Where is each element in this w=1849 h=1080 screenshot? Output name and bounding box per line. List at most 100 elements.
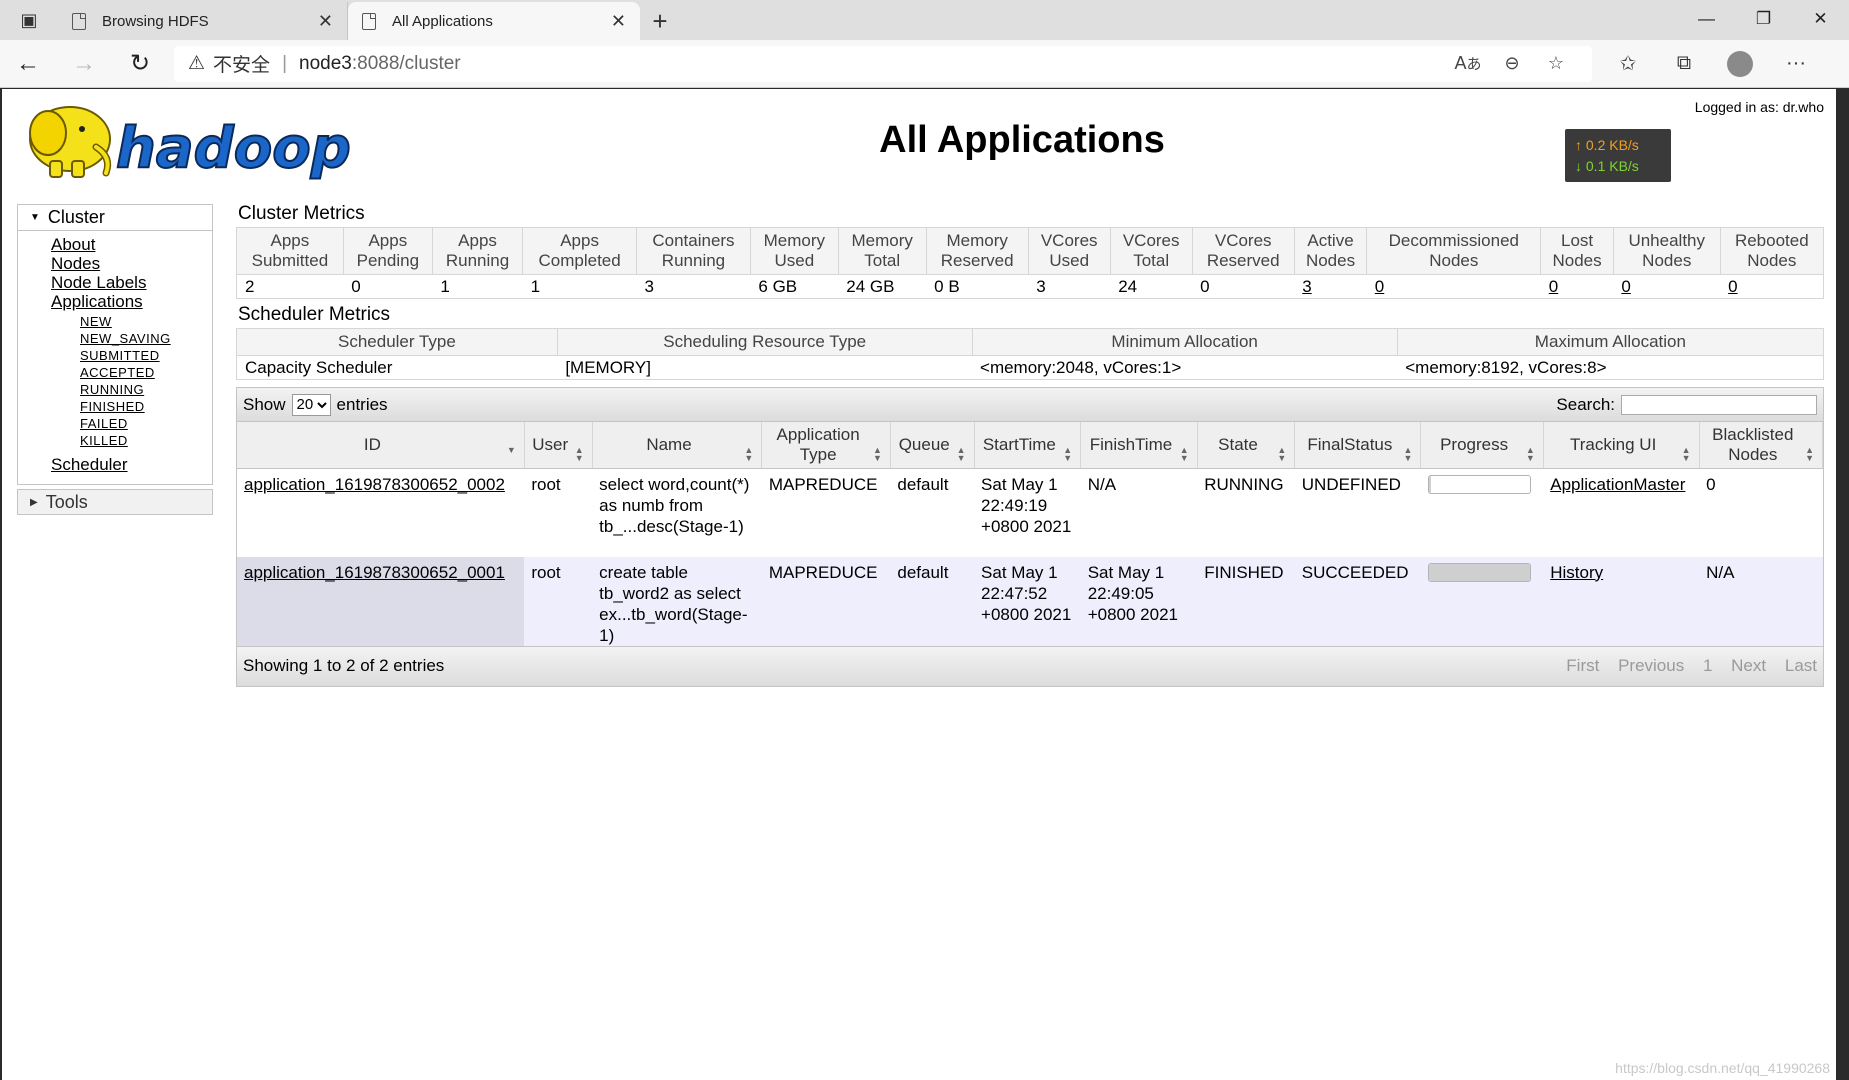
sort-icon[interactable]: ▲ ▼: [744, 446, 753, 463]
sort-icon[interactable]: ▲ ▼: [1682, 446, 1691, 463]
close-window-icon[interactable]: ✕: [1792, 0, 1849, 38]
cluster-metric-value[interactable]: 0: [1540, 274, 1614, 299]
column-header[interactable]: ID ▼: [237, 422, 525, 469]
nav-nodes[interactable]: Nodes: [51, 254, 212, 273]
nav-scheduler[interactable]: Scheduler: [51, 455, 212, 474]
pager-page-1[interactable]: 1: [1703, 656, 1712, 675]
column-label[interactable]: User: [532, 435, 568, 454]
column-label[interactable]: Progress: [1440, 435, 1508, 454]
browser-tab-browsing-hdfs[interactable]: Browsing HDFS ✕: [58, 2, 348, 40]
profile-icon[interactable]: [1712, 40, 1768, 88]
nav-state-accepted[interactable]: ACCEPTED: [80, 364, 212, 381]
metric-link[interactable]: 0: [1621, 277, 1630, 296]
sort-icon[interactable]: ▲ ▼: [873, 446, 882, 463]
sort-icon[interactable]: ▲ ▼: [575, 446, 584, 463]
column-label[interactable]: Name: [646, 435, 691, 454]
add-favorite-icon[interactable]: ☆: [1534, 53, 1578, 74]
expand-triangle-icon[interactable]: ▶: [30, 497, 38, 508]
warning-icon[interactable]: ⚠: [188, 52, 205, 75]
sort-icon[interactable]: ▲ ▼: [1277, 446, 1286, 463]
application-id-link[interactable]: application_1619878300652_0001: [244, 563, 505, 582]
tools-header[interactable]: ▶ Tools: [17, 489, 213, 515]
nav-state-submitted[interactable]: SUBMITTED: [80, 347, 212, 364]
new-tab-button[interactable]: +: [640, 2, 680, 40]
tracking-ui-link[interactable]: History: [1550, 563, 1603, 582]
refresh-icon[interactable]: ↻: [112, 40, 168, 88]
column-header[interactable]: Blacklisted Nodes ▲ ▼: [1699, 422, 1824, 469]
column-header[interactable]: FinalStatus ▲ ▼: [1294, 422, 1422, 469]
column-header[interactable]: State ▲ ▼: [1197, 422, 1296, 469]
restore-icon[interactable]: ❐: [1735, 0, 1792, 38]
application-id-link[interactable]: application_1619878300652_0002: [244, 475, 505, 494]
browser-tab-all-applications[interactable]: All Applications ✕: [348, 2, 640, 40]
sort-icon[interactable]: ▲ ▼: [1404, 446, 1413, 463]
nav-state-killed[interactable]: KILLED: [80, 432, 212, 449]
nav-applications[interactable]: Applications: [51, 292, 212, 311]
url-path[interactable]: :8088/cluster: [352, 53, 461, 75]
url-host[interactable]: node3: [299, 53, 352, 75]
column-label[interactable]: FinalStatus: [1307, 435, 1392, 454]
column-label[interactable]: StartTime: [983, 435, 1056, 454]
metric-link[interactable]: 0: [1375, 277, 1384, 296]
column-header[interactable]: Progress ▲ ▼: [1420, 422, 1544, 469]
search-input[interactable]: [1621, 394, 1817, 415]
pager-first[interactable]: First: [1566, 656, 1599, 675]
url-bar[interactable]: ⚠ 不安全 | node3 :8088/cluster Aあ ⊖ ☆: [174, 45, 1592, 82]
column-label[interactable]: Tracking UI: [1570, 435, 1656, 454]
column-label[interactable]: FinishTime: [1090, 435, 1173, 454]
column-label[interactable]: State: [1218, 435, 1258, 454]
zoom-out-icon[interactable]: ⊖: [1490, 53, 1534, 74]
column-label[interactable]: Queue: [899, 435, 950, 454]
security-label[interactable]: 不安全: [213, 50, 270, 77]
avatar[interactable]: [1727, 50, 1753, 77]
nav-node-labels[interactable]: Node Labels: [51, 273, 212, 292]
nav-state-finished[interactable]: FINISHED: [80, 398, 212, 415]
nav-state-new-saving[interactable]: NEW_SAVING: [80, 330, 212, 347]
column-label[interactable]: Blacklisted Nodes: [1712, 425, 1793, 464]
tools-label[interactable]: Tools: [46, 492, 88, 513]
pager-last[interactable]: Last: [1785, 656, 1817, 675]
sort-desc-icon[interactable]: ▼: [507, 446, 516, 455]
sort-icon[interactable]: ▲ ▼: [1180, 446, 1189, 463]
nav-about[interactable]: About: [51, 235, 212, 254]
collections-icon[interactable]: ⧉: [1656, 40, 1712, 88]
cluster-metric-value[interactable]: 0: [1720, 274, 1825, 299]
column-label[interactable]: ID: [364, 435, 381, 454]
column-header[interactable]: StartTime ▲ ▼: [974, 422, 1082, 469]
forward-icon[interactable]: →: [56, 40, 112, 88]
metric-link[interactable]: 0: [1549, 277, 1558, 296]
column-header[interactable]: Name ▲ ▼: [592, 422, 763, 469]
pager-previous[interactable]: Previous: [1618, 656, 1684, 675]
column-header[interactable]: FinishTime ▲ ▼: [1080, 422, 1198, 469]
sort-icon[interactable]: ▲ ▼: [1526, 446, 1535, 463]
minimize-icon[interactable]: —: [1678, 0, 1735, 38]
column-header[interactable]: Queue ▲ ▼: [890, 422, 975, 469]
tab-actions-icon[interactable]: ▣: [0, 0, 58, 40]
favorites-icon[interactable]: ✩: [1600, 40, 1656, 88]
pager-next[interactable]: Next: [1731, 656, 1766, 675]
more-menu-icon[interactable]: ···: [1768, 40, 1824, 88]
metric-link[interactable]: 3: [1302, 277, 1311, 296]
tracking-ui-link[interactable]: ApplicationMaster: [1550, 475, 1685, 494]
cluster-label[interactable]: Cluster: [48, 207, 105, 228]
nav-state-running[interactable]: RUNNING: [80, 381, 212, 398]
sort-icon[interactable]: ▲ ▼: [957, 446, 966, 463]
collapse-triangle-icon[interactable]: ▼: [30, 212, 40, 223]
page-scrollbar[interactable]: [1836, 89, 1849, 1080]
close-tab-icon[interactable]: ✕: [611, 11, 626, 32]
sort-icon[interactable]: ▲ ▼: [1063, 446, 1072, 463]
nav-state-new[interactable]: NEW: [80, 313, 212, 330]
column-header[interactable]: User ▲ ▼: [524, 422, 593, 469]
metric-link[interactable]: 0: [1728, 277, 1737, 296]
close-tab-icon[interactable]: ✕: [318, 11, 333, 32]
sort-icon[interactable]: ▲ ▼: [1805, 446, 1814, 463]
back-icon[interactable]: ←: [0, 40, 56, 88]
column-header[interactable]: Tracking UI ▲ ▼: [1543, 422, 1700, 469]
column-header[interactable]: Application Type ▲ ▼: [761, 422, 891, 469]
entries-per-page-select[interactable]: 20: [291, 393, 331, 416]
cluster-header[interactable]: ▼ Cluster: [18, 205, 212, 231]
cluster-metric-value[interactable]: 0: [1613, 274, 1721, 299]
nav-state-failed[interactable]: FAILED: [80, 415, 212, 432]
read-aloud-icon[interactable]: Aあ: [1446, 53, 1490, 74]
cluster-metric-value[interactable]: 3: [1294, 274, 1367, 299]
